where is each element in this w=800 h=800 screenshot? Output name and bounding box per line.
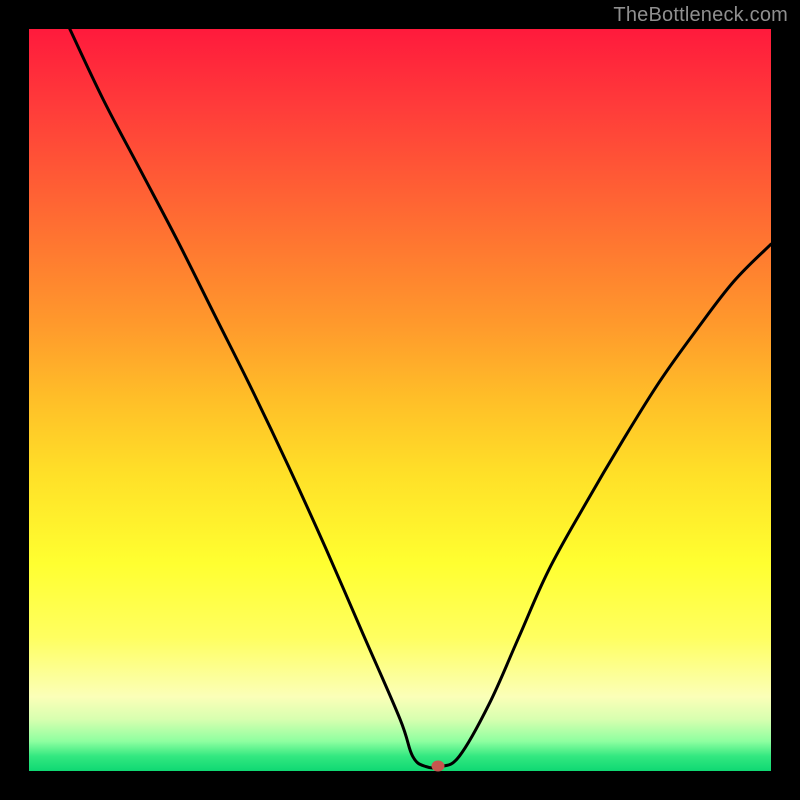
watermark-text: TheBottleneck.com bbox=[613, 4, 788, 27]
bottleneck-curve bbox=[29, 29, 771, 771]
optimum-marker bbox=[431, 760, 444, 771]
plot-area bbox=[29, 29, 771, 771]
chart-frame: TheBottleneck.com bbox=[0, 0, 800, 800]
